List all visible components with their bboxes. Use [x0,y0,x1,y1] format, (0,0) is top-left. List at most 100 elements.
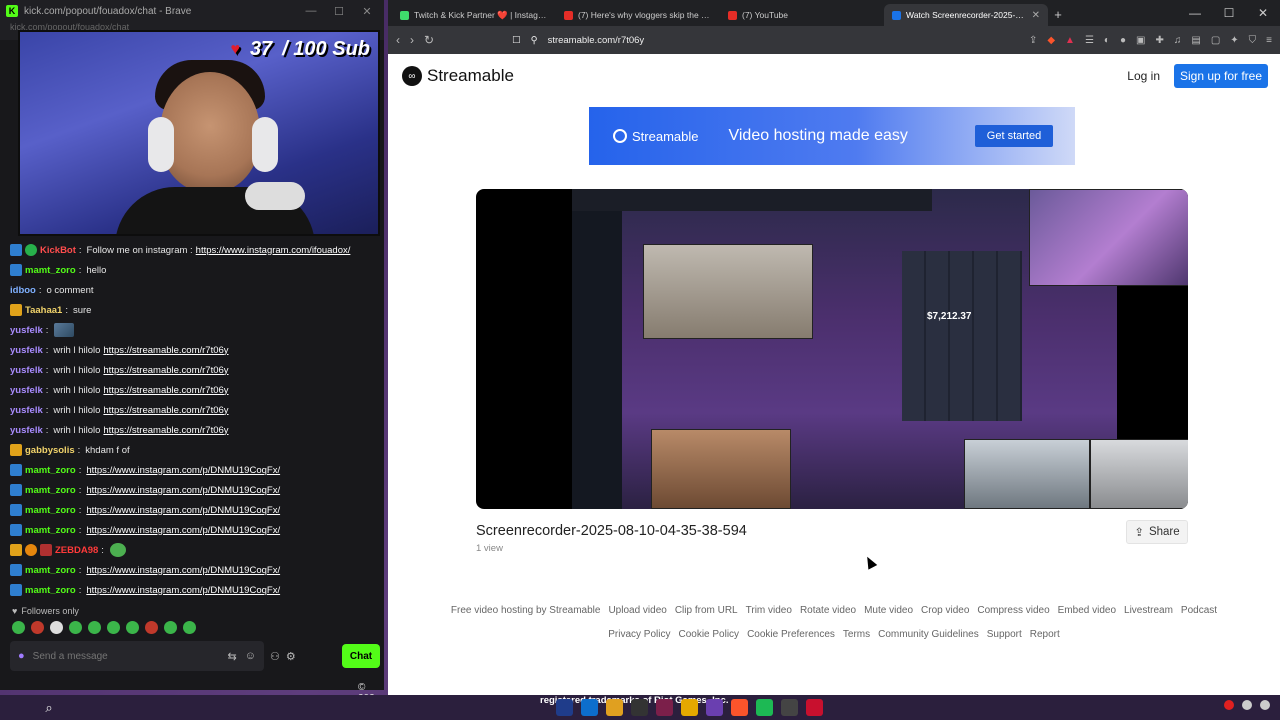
emote-icon[interactable] [12,621,25,634]
footer-link[interactable]: Report [1030,629,1060,640]
tray-icon[interactable] [1260,700,1270,710]
music-icon[interactable]: ♫ [1174,35,1182,46]
minimize-icon[interactable]: — [300,5,322,17]
translate-icon[interactable]: ⇆ [228,650,237,663]
extension-icon[interactable]: ✚ [1155,35,1163,46]
brave-shields-icon[interactable]: ◆ [1047,35,1055,46]
taskbar-app-icon[interactable] [781,699,798,716]
wallet-icon[interactable]: ▢ [1211,35,1220,46]
record-icon[interactable] [1224,700,1234,710]
url-text[interactable]: streamable.com/r7t06y [548,35,645,46]
close-icon[interactable]: ✕ [1246,6,1280,20]
video-player[interactable]: $7,212.37 [476,189,1188,509]
rewards-icon[interactable]: ▲ [1065,35,1075,46]
browser-tab[interactable]: (7) Here's why vloggers skip the a6400 [556,4,720,26]
sidebar-icon[interactable]: ▤ [1191,35,1200,46]
footer-link[interactable]: Trim video [746,605,792,616]
chat-link[interactable]: https://streamable.com/r7t06y [103,345,228,356]
bookmark-icon[interactable]: ☐ [512,35,521,46]
emote-icon[interactable] [107,621,120,634]
taskbar-app-icon[interactable] [606,699,623,716]
chat-link[interactable]: https://streamable.com/r7t06y [103,365,228,376]
emote-icon[interactable] [164,621,177,634]
footer-link[interactable]: Terms [843,629,870,640]
taskbar-app-icon[interactable] [681,699,698,716]
address-bar[interactable]: ☐ ⚲ streamable.com/r7t06y [512,30,922,50]
chat-username[interactable]: mamt_zoro [25,485,76,496]
taskbar-app-icon[interactable] [556,699,573,716]
footer-link[interactable]: Community Guidelines [878,629,979,640]
chat-link[interactable]: https://streamable.com/r7t06y [103,425,228,436]
browser-tab[interactable]: Twitch & Kick Partner ❤️ | Instagram [392,4,556,26]
footer-link[interactable]: Cookie Preferences [747,629,835,640]
chat-username[interactable]: mamt_zoro [25,585,76,596]
chat-send-button[interactable]: Chat [342,644,380,668]
footer-link[interactable]: Rotate video [800,605,856,616]
streamable-logo[interactable]: ∞ Streamable [402,66,514,86]
emote-icon[interactable] [50,621,63,634]
menu-icon[interactable]: ≡ [1266,35,1272,46]
footer-link[interactable]: Mute video [864,605,913,616]
chat-username[interactable]: KickBot [40,245,76,256]
chat-link[interactable]: https://www.instagram.com/ifouadox/ [196,245,351,256]
taskbar-app-icon[interactable] [581,699,598,716]
extension-icon[interactable]: ▣ [1136,35,1145,46]
chat-link[interactable]: https://www.instagram.com/p/DNMU19CoqFx/ [86,565,280,576]
footer-link[interactable]: Compress video [977,605,1049,616]
chat-link[interactable]: https://streamable.com/r7t06y [103,385,228,396]
maximize-icon[interactable]: ☐ [328,5,350,18]
new-tab-button[interactable]: + [1048,4,1068,26]
chat-message-input[interactable] [32,650,220,662]
login-link[interactable]: Log in [1127,69,1160,83]
chat-username[interactable]: mamt_zoro [25,505,76,516]
chat-username[interactable]: gabbysolis [25,445,75,456]
microphone-icon[interactable]: ● [18,650,25,662]
reload-icon[interactable]: ↻ [424,33,434,47]
share-icon[interactable]: ⇪ [1029,35,1037,46]
gear-icon[interactable]: ⚙ [286,650,296,663]
taskbar-app-icon[interactable] [731,699,748,716]
chat-link[interactable]: https://streamable.com/r7t06y [103,405,228,416]
chat-username[interactable]: idboo [10,285,36,296]
leo-icon[interactable]: ✦ [1230,35,1238,46]
extension-icon[interactable]: ☰ [1085,35,1094,46]
close-tab-icon[interactable]: ✕ [1032,10,1040,21]
footer-link[interactable]: Free video hosting by Streamable [451,605,601,616]
back-icon[interactable]: ‹ [396,33,400,47]
browser-tab[interactable]: (7) YouTube [720,4,884,26]
footer-link[interactable]: Cookie Policy [678,629,739,640]
maximize-icon[interactable]: ☐ [1212,6,1246,20]
taskbar-app-icon[interactable] [706,699,723,716]
footer-link[interactable]: Privacy Policy [608,629,670,640]
footer-link[interactable]: Livestream [1124,605,1173,616]
footer-link[interactable]: Crop video [921,605,969,616]
get-started-button[interactable]: Get started [975,125,1053,147]
chat-username[interactable]: mamt_zoro [25,565,76,576]
chat-username[interactable]: yusfelk [10,425,43,436]
search-icon[interactable]: ⌕ [36,700,62,716]
footer-link[interactable]: Upload video [608,605,666,616]
chat-username[interactable]: yusfelk [10,405,43,416]
chat-username[interactable]: yusfelk [10,365,43,376]
emote-icon[interactable] [126,621,139,634]
emote-icon[interactable] [88,621,101,634]
taskbar-app-icon[interactable] [806,699,823,716]
extension-icon[interactable]: ● [1120,35,1126,46]
ad-banner[interactable]: Streamable Video hosting made easy Get s… [589,107,1075,165]
footer-link[interactable]: Support [987,629,1022,640]
site-info-icon[interactable]: ⚲ [531,35,538,46]
chat-link[interactable]: https://www.instagram.com/p/DNMU19CoqFx/ [86,585,280,596]
emote-icon[interactable] [145,621,158,634]
share-button[interactable]: ⇪ Share [1126,520,1188,544]
signup-button[interactable]: Sign up for free [1174,64,1268,88]
chat-username[interactable]: mamt_zoro [25,465,76,476]
users-icon[interactable]: ⚇ [270,650,280,663]
chat-username[interactable]: yusfelk [10,345,43,356]
forward-icon[interactable]: › [410,33,414,47]
vpn-icon[interactable]: ⛉ [1249,35,1257,46]
chat-username[interactable]: Taahaa1 [25,305,62,316]
chat-link[interactable]: https://www.instagram.com/p/DNMU19CoqFx/ [86,525,280,536]
emote-icon[interactable] [31,621,44,634]
chat-username[interactable]: mamt_zoro [25,265,76,276]
taskbar-app-icon[interactable] [756,699,773,716]
